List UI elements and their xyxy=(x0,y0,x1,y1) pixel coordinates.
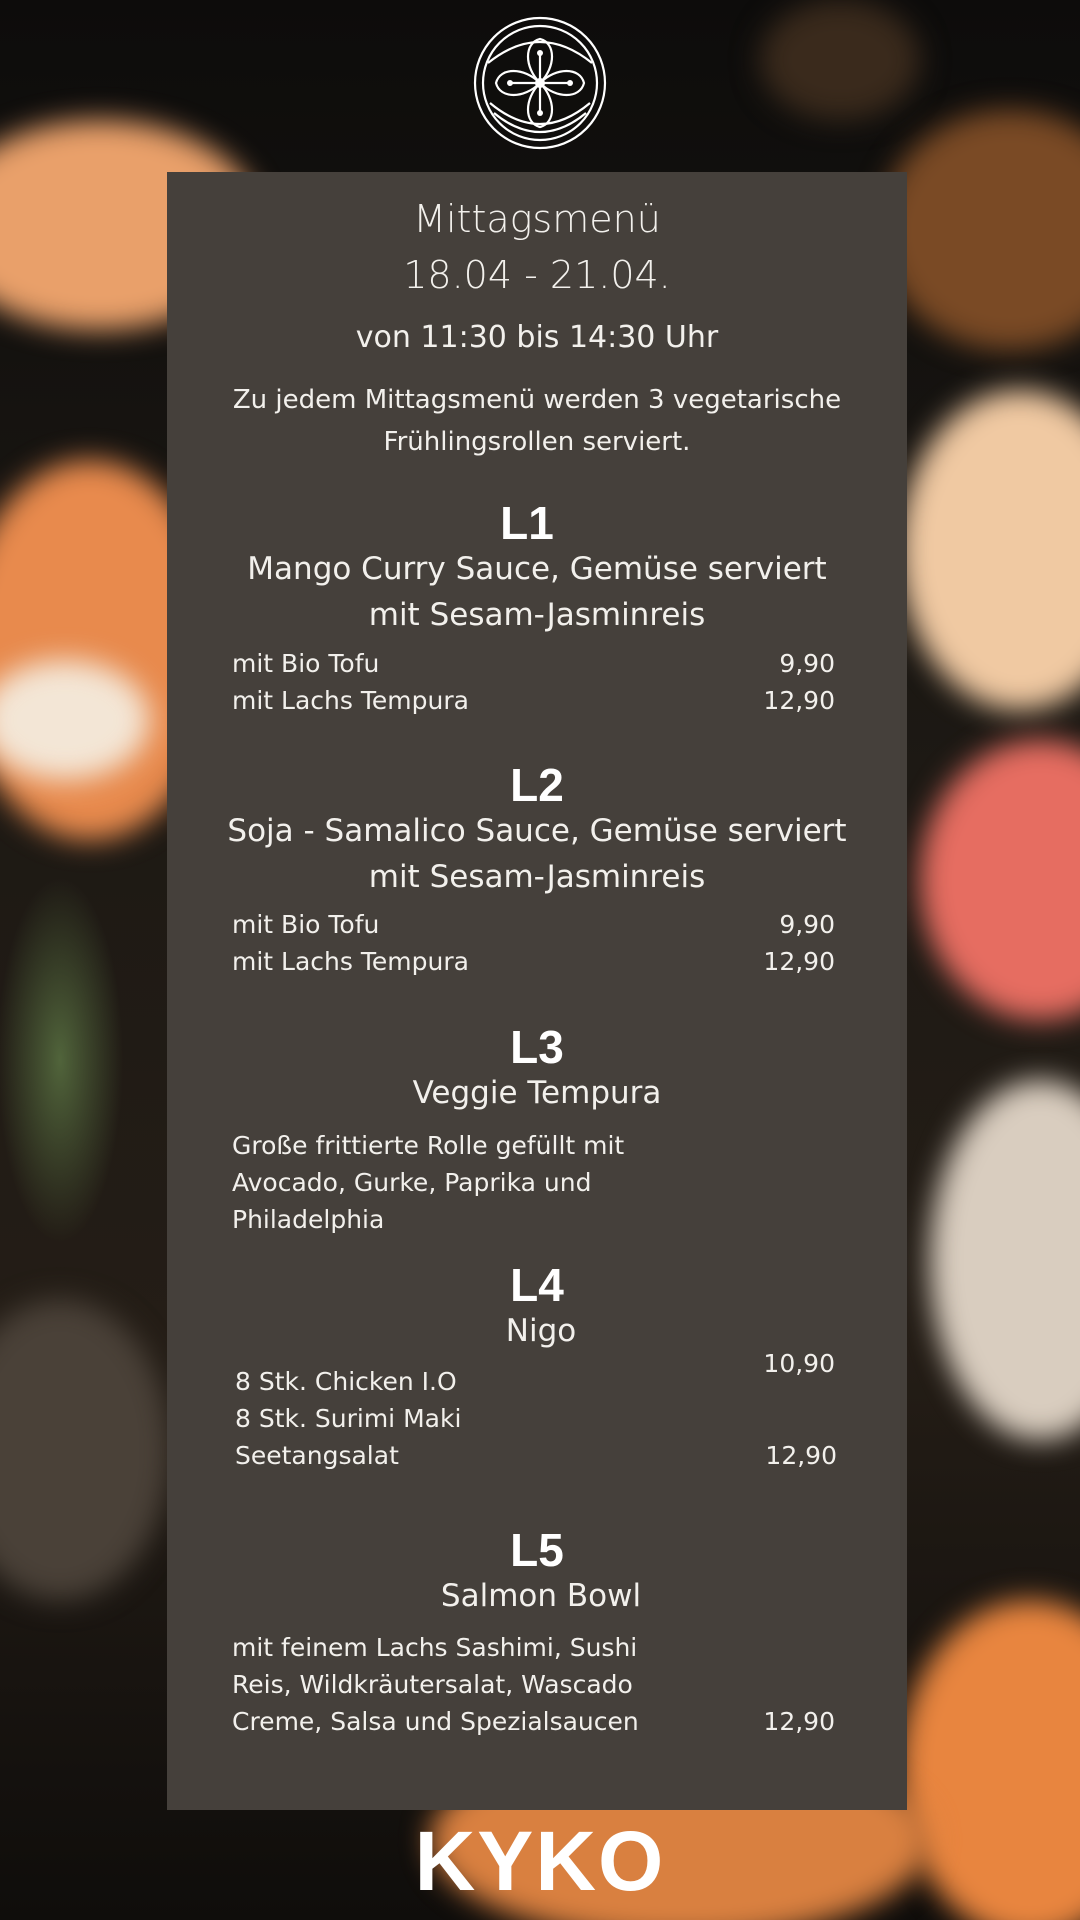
menu-code-l5: L5 xyxy=(510,1524,564,1576)
dish-l1-line1: Mango Curry Sauce, Gemüse serviert xyxy=(247,551,827,587)
option-price: 12,90 xyxy=(763,686,835,715)
menu-note: Zu jedem Mittagsmenü werden 3 vegetarisc… xyxy=(232,385,842,457)
menu-dates: 18.04 - 21.04. xyxy=(403,253,671,297)
option-price: 9,90 xyxy=(779,910,835,939)
dish-l4-description: 8 Stk. Chicken I.O 8 Stk. Surimi Maki Se… xyxy=(235,1363,665,1474)
menu-code-l4: L4 xyxy=(510,1259,564,1311)
opening-hours: von 11:30 bis 14:30 Uhr xyxy=(355,320,719,355)
option-label: mit Bio Tofu xyxy=(232,910,380,939)
description-line: 8 Stk. Surimi Maki xyxy=(235,1404,462,1433)
dish-l2-line2: mit Sesam-Jasminreis xyxy=(368,859,706,895)
description-line: Seetangsalat xyxy=(235,1441,399,1470)
dish-l5: Salmon Bowl xyxy=(440,1578,642,1614)
dish-l4-price: 12,90 xyxy=(765,1441,837,1470)
option-label: mit Lachs Tempura xyxy=(232,686,469,715)
menu-code-l1: L1 xyxy=(500,497,554,549)
option-row: mit Bio Tofu 9,90 xyxy=(232,906,835,943)
option-price: 9,90 xyxy=(779,649,835,678)
menu-card: Mittagsmenü 18.04 - 21.04. von 11:30 bis… xyxy=(167,172,907,1810)
option-label: mit Bio Tofu xyxy=(232,649,380,678)
menu-title: Mittagsmenü xyxy=(413,197,661,241)
dish-l2-line1: Soja - Samalico Sauce, Gemüse serviert xyxy=(227,813,847,849)
description-line: Reis, Wildkräutersalat, Wascado xyxy=(232,1670,633,1699)
menu-code-l3: L3 xyxy=(510,1021,564,1073)
dish-l3-description: Große frittierte Rolle gefüllt mit Avoca… xyxy=(232,1127,662,1238)
dish-l5-description: mit feinem Lachs Sashimi, Sushi Reis, Wi… xyxy=(232,1629,662,1740)
option-price: 12,90 xyxy=(763,947,835,976)
description-line: Philadelphia xyxy=(232,1205,385,1234)
brand-logo-text: KYKO xyxy=(414,1814,666,1908)
description-line: Creme, Salsa und Spezialsaucen xyxy=(232,1707,639,1736)
dish-l5-price: 12,90 xyxy=(763,1707,835,1736)
description-line: 8 Stk. Chicken I.O xyxy=(235,1367,457,1396)
dish-l1-line2: mit Sesam-Jasminreis xyxy=(368,597,706,633)
dish-l4: Nigo xyxy=(505,1313,577,1349)
option-label: mit Lachs Tempura xyxy=(232,947,469,976)
option-row: mit Bio Tofu 9,90 xyxy=(232,645,835,682)
description-line: mit feinem Lachs Sashimi, Sushi xyxy=(232,1633,638,1662)
dish-l3: Veggie Tempura xyxy=(412,1075,662,1111)
menu-code-l2: L2 xyxy=(510,759,564,811)
option-row: mit Lachs Tempura 12,90 xyxy=(232,943,835,980)
description-line: Avocado, Gurke, Paprika und xyxy=(232,1168,592,1197)
flower-crest-icon xyxy=(473,16,607,150)
description-line: Große frittierte Rolle gefüllt mit xyxy=(232,1131,625,1160)
option-row: mit Lachs Tempura 12,90 xyxy=(232,682,835,719)
